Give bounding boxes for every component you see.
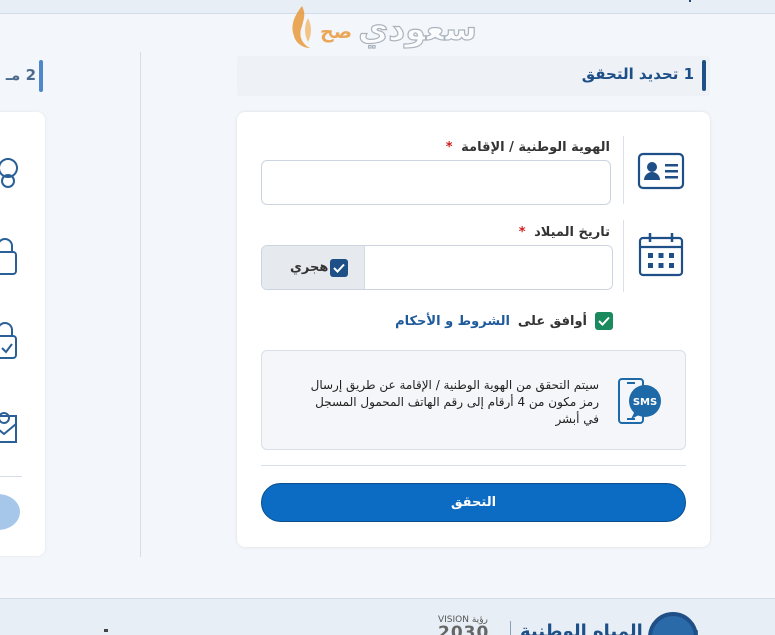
step-1-title: 1 تحديد التحقق (581, 65, 694, 83)
national-id-label-text: الهوية الوطنية / الإقامة (461, 140, 610, 155)
step-2-title: 2 مـ (5, 66, 36, 84)
footer: VISION رؤية 2030 شركة المياه الوطنية (0, 598, 775, 635)
company-logo-icon (648, 612, 698, 635)
hijri-checkbox[interactable] (330, 259, 348, 277)
lock-check-icon (0, 322, 17, 359)
vision-year: 2030 (438, 623, 490, 635)
birth-date-label: تاريخ الميلاد * (519, 225, 610, 240)
national-id-label: الهوية الوطنية / الإقامة * (446, 140, 610, 155)
terms-link[interactable]: الشروط و الأحكام (395, 314, 510, 329)
id-field-separator (623, 136, 624, 204)
step-2-header: 2 مـ (0, 58, 44, 94)
birth-date-input[interactable] (364, 246, 612, 289)
hijri-toggle[interactable]: هجري (262, 246, 365, 289)
terms-prefix: أوافق على (517, 313, 587, 329)
check-icon (333, 263, 345, 273)
footer-dot (104, 629, 108, 632)
sms-notice-box: SMS سيتم التحقق من الهوية الوطنية / الإق… (261, 350, 686, 450)
hijri-label: هجري (290, 260, 329, 275)
terms-agreement: أوافق على الشروط و الأحكام (395, 310, 613, 332)
watermark-main-text: سعودي (357, 8, 478, 48)
left-card-button[interactable] (0, 494, 20, 530)
sms-phone-icon: SMS (618, 378, 661, 424)
users-icon (0, 158, 18, 188)
column-divider (140, 52, 141, 557)
terms-checkbox[interactable] (595, 312, 613, 330)
birth-date-label-text: تاريخ الميلاد (534, 225, 610, 240)
form-separator (261, 465, 686, 466)
left-card (0, 112, 45, 556)
step-2-bar (39, 60, 43, 92)
top-header-strip (0, 0, 775, 14)
step-1-bar (702, 60, 706, 91)
birth-date-group: هجري (261, 245, 613, 290)
envelope-icon (0, 412, 17, 443)
left-card-separator (0, 476, 22, 477)
verification-form-card: الهوية الوطنية / الإقامة * تاريخ الميلاد… (237, 112, 710, 547)
required-marker: * (518, 225, 526, 240)
required-marker: * (445, 140, 453, 155)
id-card-icon (637, 152, 685, 190)
sms-notice-text: سيتم التحقق من الهوية الوطنية / الإقامة … (310, 378, 599, 426)
header-mark (686, 0, 691, 2)
national-id-input[interactable] (261, 160, 611, 205)
calendar-icon (638, 233, 684, 277)
lock-icon (0, 238, 17, 275)
date-field-separator (623, 220, 624, 292)
verify-button[interactable]: التحقق (261, 483, 686, 522)
footer-separator (510, 621, 511, 635)
watermark-small-text: صح (320, 21, 353, 43)
step-1-header: 1 تحديد التحقق (237, 56, 710, 96)
check-icon (598, 316, 610, 326)
sms-icon-text: SMS (633, 397, 657, 408)
